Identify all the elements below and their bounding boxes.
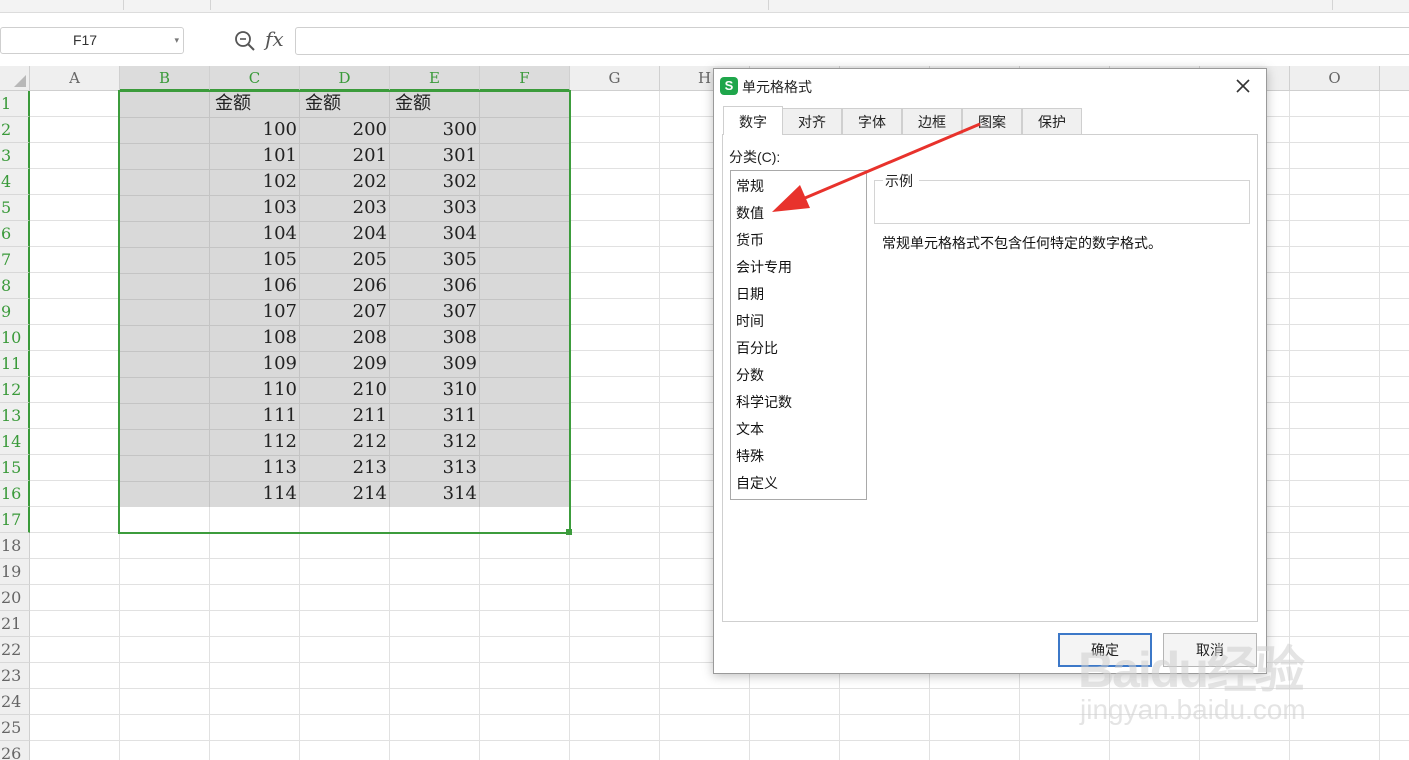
toolbar-separator [123, 0, 124, 10]
row-header-16[interactable]: 16 [0, 481, 30, 507]
column-header-e[interactable]: E [390, 66, 480, 91]
category-percentage[interactable]: 百分比 [736, 335, 778, 362]
row-header-15[interactable]: 15 [0, 455, 30, 481]
dialog-titlebar[interactable]: S 单元格格式 [714, 69, 1266, 103]
toolbar-separator [210, 0, 211, 10]
row-header-12[interactable]: 12 [0, 377, 30, 403]
column-header-d[interactable]: D [300, 66, 390, 91]
dialog-tabs: 数字 对齐 字体 边框 图案 保护 [723, 106, 1258, 135]
column-header-b[interactable]: B [120, 66, 210, 91]
column-header-g[interactable]: G [570, 66, 660, 91]
row-header-26[interactable]: 26 [0, 741, 30, 760]
row-header-25[interactable]: 25 [0, 715, 30, 741]
format-description: 常规单元格格式不包含任何特定的数字格式。 [882, 235, 1162, 251]
category-text[interactable]: 文本 [736, 416, 764, 443]
tab-protection[interactable]: 保护 [1022, 108, 1082, 135]
example-label: 示例 [883, 171, 915, 191]
toolbar-separator [1332, 0, 1333, 10]
row-header-4[interactable]: 4 [0, 169, 30, 195]
name-box[interactable]: F17 ▾ [0, 27, 184, 54]
zoom-icon[interactable] [233, 29, 257, 51]
column-header-a[interactable]: A [30, 66, 120, 91]
tab-alignment[interactable]: 对齐 [782, 108, 842, 135]
category-custom[interactable]: 自定义 [736, 470, 778, 497]
row-header-9[interactable]: 9 [0, 299, 30, 325]
category-list[interactable]: 常规 数值 货币 会计专用 日期 时间 百分比 分数 科学记数 文本 特殊 自定… [730, 170, 867, 500]
category-time[interactable]: 时间 [736, 308, 764, 335]
row-header-7[interactable]: 7 [0, 247, 30, 273]
column-header-o[interactable]: O [1290, 66, 1380, 91]
spreadsheet-app-icon: S [720, 77, 738, 95]
format-cells-dialog: S 单元格格式 数字 对齐 字体 边框 图案 保护 分类(C): 常规 数值 货… [713, 68, 1267, 674]
category-accounting[interactable]: 会计专用 [736, 254, 792, 281]
baidu-watermark: Baidu经验 jingyan.baidu.com [1078, 612, 1338, 732]
row-header-18[interactable]: 18 [0, 533, 30, 559]
row-header-10[interactable]: 10 [0, 325, 30, 351]
watermark-url: jingyan.baidu.com [1080, 694, 1306, 725]
category-currency[interactable]: 货币 [736, 227, 764, 254]
example-group [874, 180, 1250, 224]
fill-handle[interactable] [566, 529, 572, 535]
category-label: 分类(C): [729, 149, 781, 165]
column-header-c[interactable]: C [210, 66, 300, 91]
toolbar-separator [768, 0, 769, 10]
category-date[interactable]: 日期 [736, 281, 764, 308]
row-header-8[interactable]: 8 [0, 273, 30, 299]
column-header[interactable] [1380, 66, 1409, 91]
row-header-14[interactable]: 14 [0, 429, 30, 455]
number-tab-panel: 分类(C): 常规 数值 货币 会计专用 日期 时间 百分比 分数 科学记数 文… [722, 134, 1258, 622]
dialog-title: 单元格格式 [742, 79, 812, 95]
function-icon[interactable]: fx [265, 27, 284, 51]
formula-input[interactable] [295, 27, 1409, 55]
formula-bar: F17 ▾ fx [0, 13, 1409, 66]
category-scientific[interactable]: 科学记数 [736, 389, 792, 416]
row-header-6[interactable]: 6 [0, 221, 30, 247]
tab-font[interactable]: 字体 [842, 108, 902, 135]
row-header-2[interactable]: 2 [0, 117, 30, 143]
row-header-22[interactable]: 22 [0, 637, 30, 663]
row-header-5[interactable]: 5 [0, 195, 30, 221]
toolbar-strip [0, 0, 1409, 13]
row-header-1[interactable]: 1 [0, 91, 30, 117]
tab-pattern[interactable]: 图案 [962, 108, 1022, 135]
row-header-13[interactable]: 13 [0, 403, 30, 429]
row-header-20[interactable]: 20 [0, 585, 30, 611]
close-icon[interactable] [1232, 75, 1254, 97]
spreadsheet-app: F17 ▾ fx A B C D E F G H O 1 2 3 4 5 6 7 8 9 10 11… [0, 0, 1409, 760]
category-fraction[interactable]: 分数 [736, 362, 764, 389]
tab-border[interactable]: 边框 [902, 108, 962, 135]
chevron-down-icon[interactable]: ▾ [174, 28, 179, 53]
category-general[interactable]: 常规 [736, 173, 764, 200]
column-header-f[interactable]: F [480, 66, 570, 91]
name-box-value: F17 [72, 32, 98, 48]
tab-number[interactable]: 数字 [723, 106, 783, 135]
category-number[interactable]: 数值 [736, 200, 764, 227]
row-header-23[interactable]: 23 [0, 663, 30, 689]
row-header-21[interactable]: 21 [0, 611, 30, 637]
row-header-3[interactable]: 3 [0, 143, 30, 169]
selection-border [118, 90, 571, 534]
watermark-logo: Baidu经验 [1078, 642, 1305, 698]
category-special[interactable]: 特殊 [736, 443, 764, 470]
row-header-19[interactable]: 19 [0, 559, 30, 585]
select-all-corner[interactable] [0, 66, 30, 91]
row-header-11[interactable]: 11 [0, 351, 30, 377]
row-header-17[interactable]: 17 [0, 507, 30, 533]
row-header-24[interactable]: 24 [0, 689, 30, 715]
app-icon-letter: S [724, 78, 734, 93]
